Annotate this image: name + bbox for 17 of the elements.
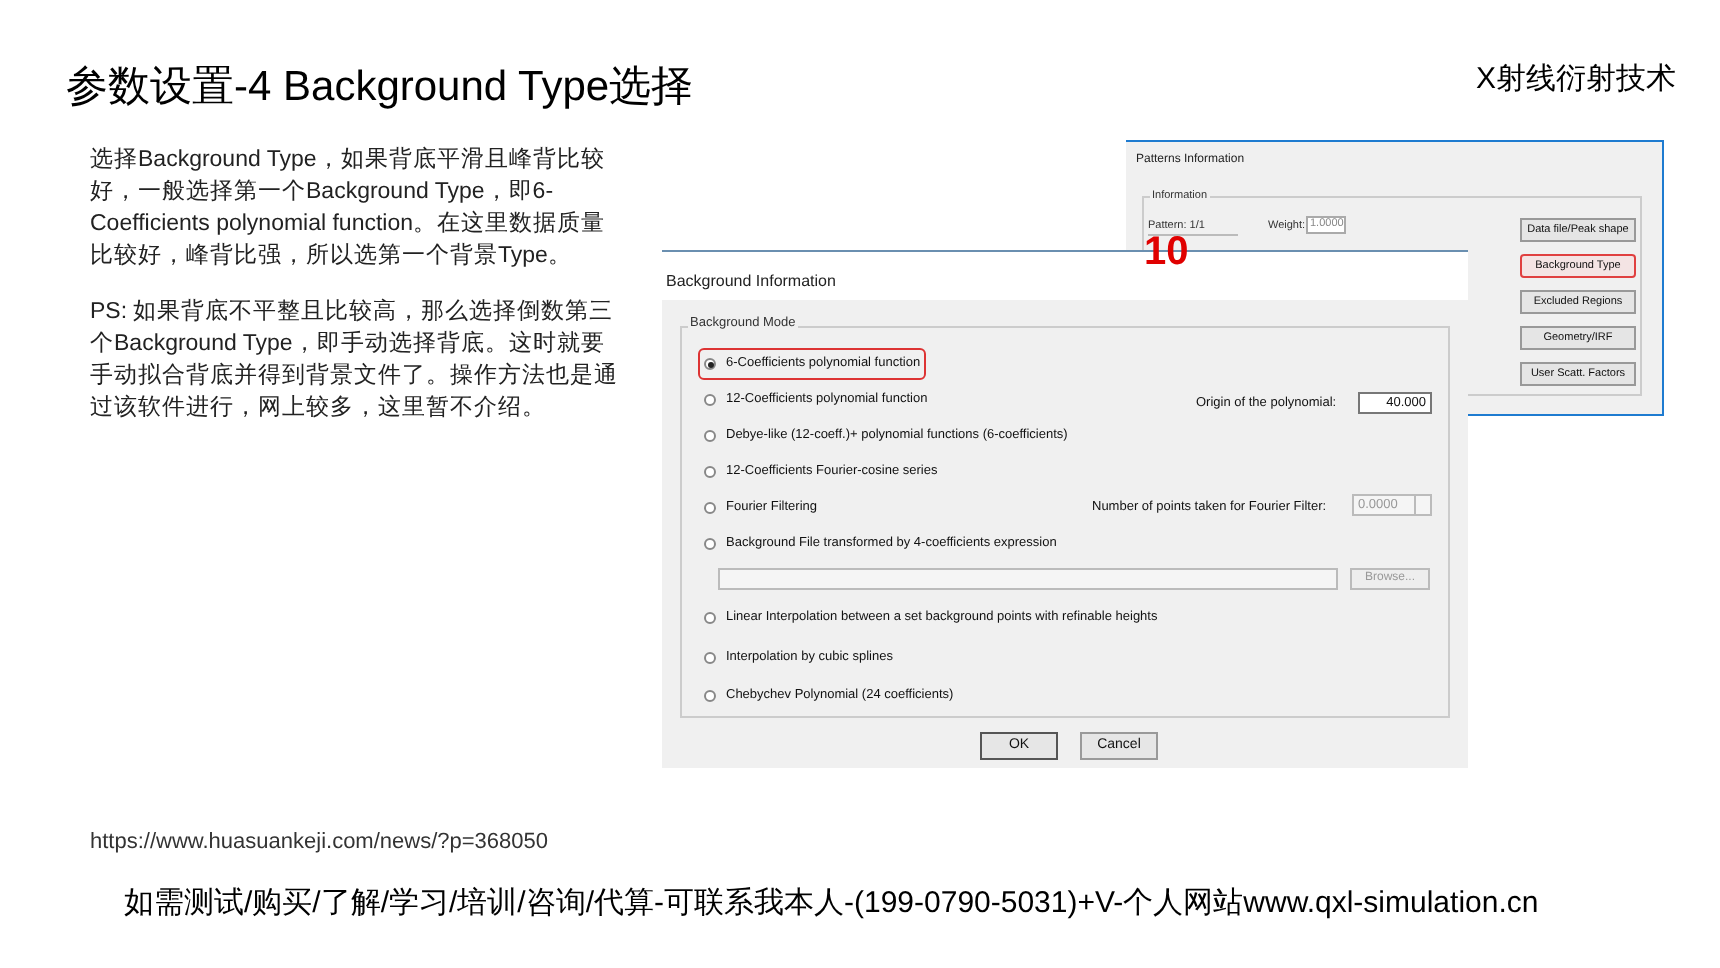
file-path-field[interactable] [718, 568, 1338, 590]
radio-button[interactable] [704, 466, 716, 478]
radio-button[interactable] [704, 502, 716, 514]
slide-title: 参数设置-4 Background Type选择 [66, 62, 694, 114]
paragraph: 选择Background Type，如果背底平滑且峰背比较好，一般选择第一个Background Type，即6-Coefficients polynomial function。在这里数据质量比较好，峰背比强，所以选第一个背景Type。 [90, 144, 608, 272]
window-title: Background Information [666, 270, 836, 294]
radio-button[interactable] [704, 358, 716, 370]
radio-button[interactable] [704, 690, 716, 702]
slide-subtitle: X射线衍射技术 [1475, 60, 1676, 100]
radio-button[interactable] [704, 538, 716, 550]
radio-button[interactable] [704, 394, 716, 406]
paragraph: PS: 如果背底不平整且比较高，那么选择倒数第三个Background Type，即手动选择背底。这时就要手动拟合背底并得到背景文件了。操作方法也是通过该软件进行，网上较多，这里暂不介绍。 [90, 296, 620, 424]
source-link[interactable]: https://www.huasuankeji.com/news/?p=368050 [90, 826, 549, 859]
radio-button[interactable] [704, 430, 716, 442]
contact-footer: 如需测试/购买/了解/学习/培训/咨询/代算-可联系我本人-(199-0790-5031)+V-个人网站www.qxl-simulation.cn [124, 882, 1539, 927]
radio-button[interactable] [704, 652, 716, 664]
radio-button[interactable] [704, 612, 716, 624]
